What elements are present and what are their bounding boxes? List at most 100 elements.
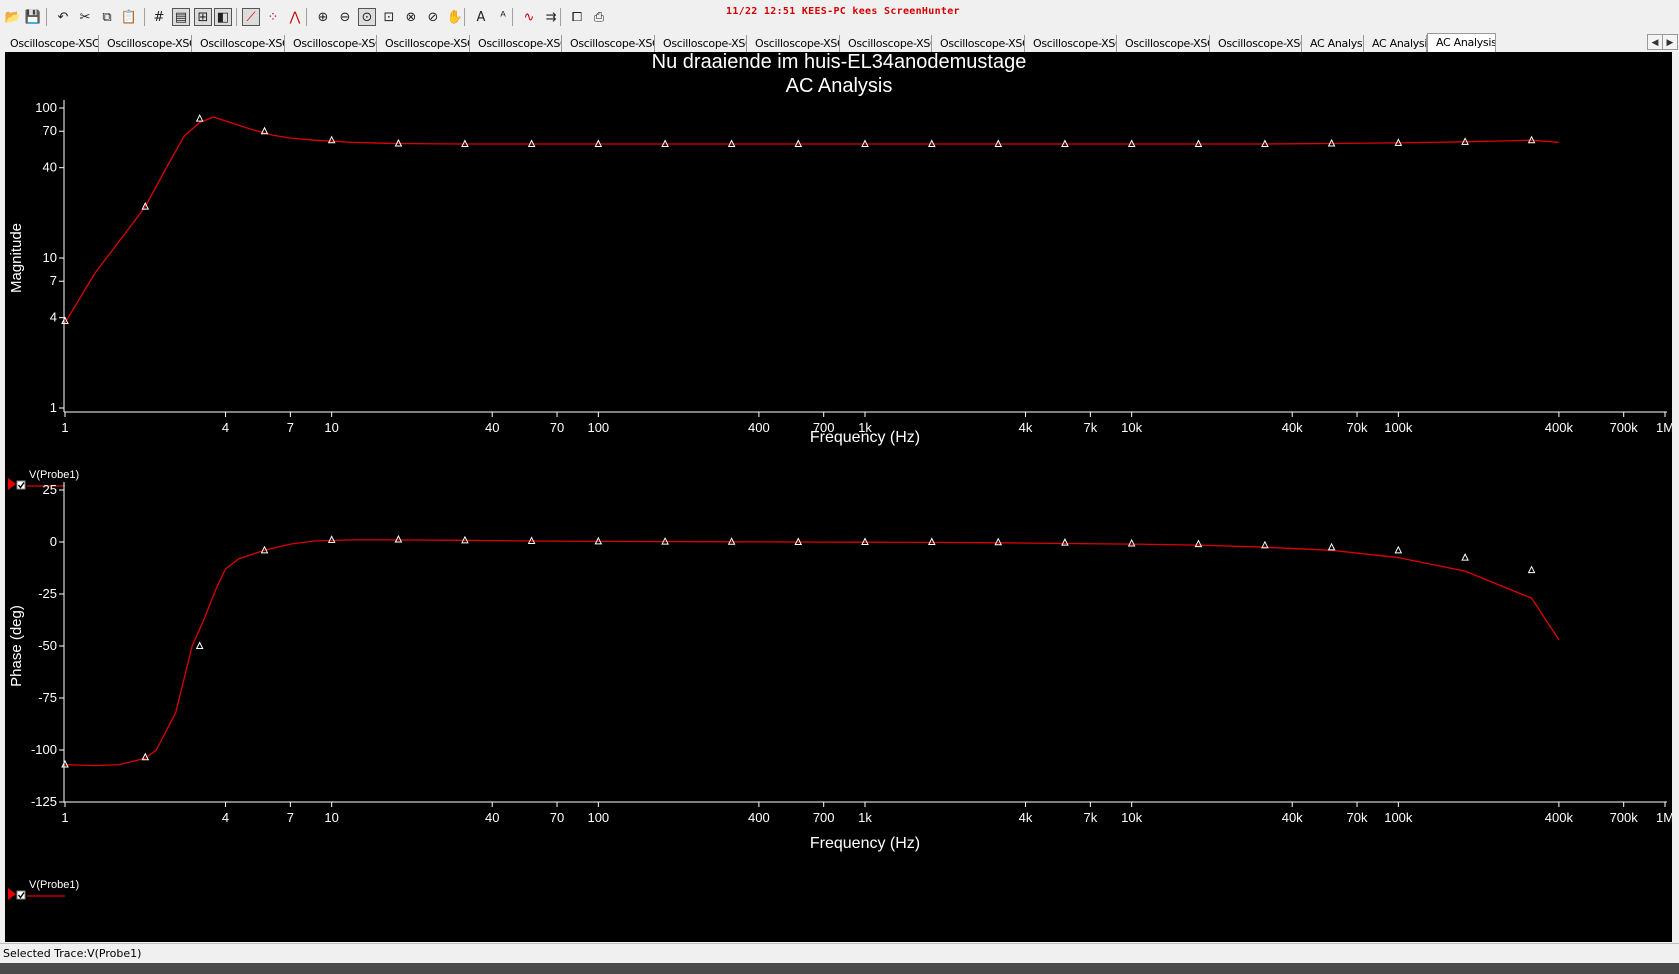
text-icon[interactable]: A [472,8,490,26]
toolbar-separator [464,8,465,26]
tab-ac-analysis-15[interactable]: AC Analysis [1302,35,1364,52]
cursors-icon[interactable]: ⊞ [194,8,212,26]
x-tick-label: 10k [1121,810,1142,825]
save-icon[interactable]: 💾 [24,8,42,26]
x-tick-label: 400 [748,810,770,825]
x-tick-label: 40 [485,810,499,825]
data-point-marker [994,537,1003,546]
series-trace-1[interactable] [64,539,1560,767]
line-trace-icon[interactable]: ⟋ [242,8,260,26]
x-tick-label: 40k [1282,420,1303,435]
data-point-marker [1061,538,1069,546]
x-tick-label: 70k [1347,810,1368,825]
zoom-x-icon[interactable]: ⊗ [402,8,420,26]
cut-icon[interactable]: ✂ [76,8,94,26]
grid-icon[interactable]: # [150,8,168,26]
x-tick-label: 100 [587,810,609,825]
y-tick-label: 40 [43,160,57,175]
status-bar: Selected Trace:V(Probe1) [0,943,1679,963]
marker-line-icon[interactable]: ⋀ [286,8,304,26]
toolbar-separator [46,8,47,26]
overlay-icon[interactable]: ◧ [214,8,232,26]
copy-page-icon[interactable]: ⧠ [568,8,586,26]
y-tick-label: 10 [43,250,57,265]
data-point-marker [195,113,204,122]
y-tick-label: 7 [50,273,57,288]
zoom-out-icon[interactable]: ⊖ [336,8,354,26]
tab-oscilloscope-xsc1-2[interactable]: Oscilloscope-XSC1 [99,35,192,52]
legend-label[interactable]: V(Probe1) [29,469,79,481]
x-tick-label: 1 [61,810,68,825]
x-tick-label: 400k [1545,810,1574,825]
x-tick-label: 700k [1610,420,1639,435]
data-point-marker [861,537,869,545]
y-tick-label: 0 [50,534,57,549]
toolbar-separator [512,8,513,26]
legend-selected-arrow-icon[interactable] [8,888,16,900]
tab-oscilloscope-xsc1-10[interactable]: Oscilloscope-XSC1 [840,35,932,52]
tab-oscilloscope-xsc1-8[interactable]: Oscilloscope-XSC1 [655,35,747,52]
tab-oscilloscope-xsc1-12[interactable]: Oscilloscope-XSC1 [1025,35,1117,52]
legend-icon[interactable]: ▤ [172,8,190,26]
tab-scroll-left-icon[interactable]: ◀ [1647,34,1663,50]
paste-icon[interactable]: 📋 [120,8,138,26]
x-tick-label: 70 [550,420,564,435]
data-point-marker [927,537,936,545]
right-panel-edge [1672,52,1679,942]
y-tick-label: -50 [38,638,57,653]
zoom-area-icon[interactable]: ⊙ [358,8,376,26]
x-tick-label: 7 [287,810,294,825]
zoom-y-icon[interactable]: ⊘ [424,8,442,26]
tab-oscilloscope-xsc1-5[interactable]: Oscilloscope-XSC1 [377,35,470,52]
ac-analysis-graph: Nu draaiende im huis-EL34anodemustageAC … [8,51,1674,900]
copy-icon[interactable]: ⧉ [98,8,116,26]
open-icon[interactable]: 📂 [4,8,22,26]
undo-icon[interactable]: ↶ [54,8,72,26]
x-tick-label: 10k [1121,420,1142,435]
tab-oscilloscope-xsc1-9[interactable]: Oscilloscope-XSC1 [747,35,840,52]
zoom-in-icon[interactable]: ⊕ [314,8,332,26]
chart-subtitle: AC Analysis [786,75,893,97]
x-tick-label: 4k [1019,810,1033,825]
y-tick-label: -100 [31,742,57,757]
series-trace-0[interactable] [64,116,1559,324]
tab-ac-analysis-16[interactable]: AC Analysis [1364,35,1427,52]
y-tick-label: -75 [38,690,57,705]
tab-oscilloscope-xsc1-14[interactable]: Oscilloscope-XSC1 [1210,35,1302,52]
x-tick-label: 100 [587,420,609,435]
y-tick-label: -25 [38,586,57,601]
x-tick-label: 4 [222,420,229,435]
title-icon[interactable]: ᴬ [494,8,512,26]
legend-selected-arrow-icon[interactable] [8,478,16,490]
trace-icon[interactable]: ∿ [520,8,538,26]
toolbar-separator [144,8,145,26]
x-tick-label: 7k [1083,810,1097,825]
y-tick-label: 70 [43,123,57,138]
chart-title: Nu draaiende im huis-EL34anodemustage [652,52,1027,73]
x-tick-label: 7k [1083,420,1097,435]
tab-scroll-right-icon[interactable]: ▶ [1662,34,1678,50]
pan-icon[interactable]: ✋ [446,8,464,26]
plot-area: Nu draaiende im huis-EL34anodemustage AC … [5,51,1674,942]
tab-ac-analysis-17[interactable]: AC Analysis [1427,33,1496,53]
export-icon[interactable]: ⇉ [542,8,560,26]
tab-oscilloscope-xsc1-4[interactable]: Oscilloscope-XSC1 [285,35,377,52]
y-tick-label: 100 [35,100,57,115]
x-tick-label: 70k [1347,420,1368,435]
tab-oscilloscope-xsc1-3[interactable]: Oscilloscope-XSC1 [192,35,285,52]
y-axis-label: Phase (deg) [8,605,25,687]
tab-oscilloscope-xsc1-6[interactable]: Oscilloscope-XSC1 [470,35,562,52]
tab-oscilloscope-xsc1-1[interactable]: Oscilloscope-XSC1 [2,35,99,52]
tab-oscilloscope-xsc1-7[interactable]: Oscilloscope-XSC1 [562,35,655,52]
print-icon[interactable]: ⎙ [590,8,608,26]
marker-icon[interactable]: ⁘ [264,8,282,26]
zoom-fit-icon[interactable]: ⊡ [380,8,398,26]
legend-label[interactable]: V(Probe1) [29,879,79,891]
tab-oscilloscope-xsc1-11[interactable]: Oscilloscope-XSC1 [932,35,1025,52]
x-tick-label: 400 [748,420,770,435]
x-tick-label: 700 [813,810,835,825]
x-tick-label: 1M [1656,810,1672,825]
tab-oscilloscope-xsc1-13[interactable]: Oscilloscope-XSC1 [1117,35,1210,52]
x-tick-label: 1 [61,420,68,435]
x-tick-label: 10 [324,420,338,435]
